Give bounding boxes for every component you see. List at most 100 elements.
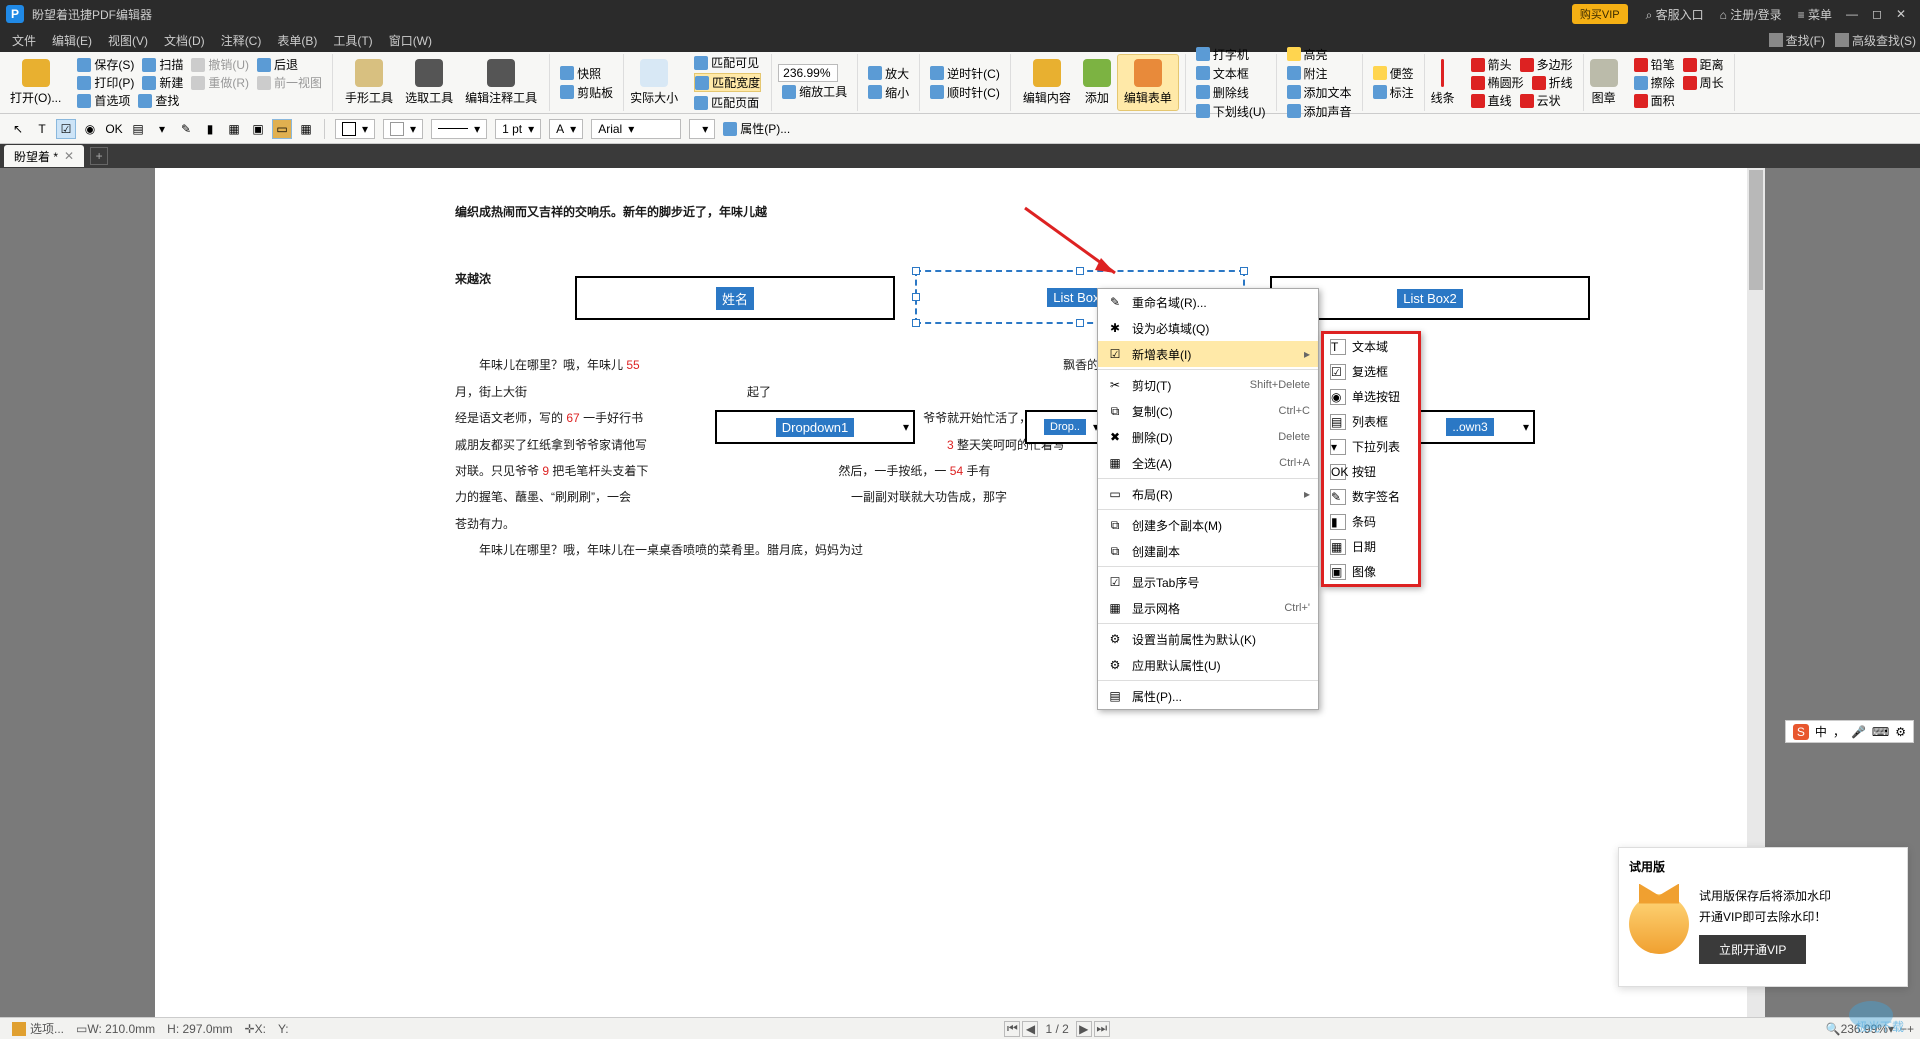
- image-tool-icon[interactable]: ▣: [248, 119, 268, 139]
- page-indicator[interactable]: 1 / 2: [1045, 1022, 1068, 1036]
- menu-view[interactable]: 视图(V): [100, 32, 156, 49]
- ctx-item[interactable]: ☑显示Tab序号: [1098, 569, 1318, 595]
- arrow-shape[interactable]: 箭头: [1471, 56, 1512, 73]
- list-tool-icon[interactable]: ▤: [128, 119, 148, 139]
- save-button[interactable]: 保存(S): [77, 56, 134, 73]
- form-field-dropdown1[interactable]: Dropdown1▾: [715, 410, 915, 444]
- ctx-item[interactable]: ☑新增表单(I)▸: [1098, 341, 1318, 367]
- font-size-picker[interactable]: ▾: [689, 119, 715, 139]
- pencil-button[interactable]: 铅笔: [1634, 56, 1675, 73]
- arrow-tool-icon[interactable]: ↖: [8, 119, 28, 139]
- maximize-button[interactable]: ◻: [1872, 7, 1882, 21]
- rotate-ccw-button[interactable]: 逆时针(C): [930, 65, 1000, 82]
- menu-comment[interactable]: 注释(C): [213, 32, 270, 49]
- mic-icon[interactable]: 🎤: [1851, 725, 1866, 739]
- menu-window[interactable]: 窗口(W): [381, 32, 440, 49]
- support-link[interactable]: ⌕ 客服入口: [1646, 6, 1704, 23]
- document-tab[interactable]: 盼望着 *✕: [4, 145, 84, 167]
- radio-tool-icon[interactable]: ◉: [80, 119, 100, 139]
- submenu-item[interactable]: ▦日期: [1324, 534, 1418, 559]
- polygon-shape[interactable]: 多边形: [1520, 56, 1573, 73]
- eraser-button[interactable]: 擦除: [1634, 74, 1675, 91]
- ctx-item[interactable]: ▦显示网格Ctrl+': [1098, 595, 1318, 621]
- ctx-item[interactable]: ▤属性(P)...: [1098, 683, 1318, 709]
- ctx-item[interactable]: ⚙设置当前属性为默认(K): [1098, 626, 1318, 652]
- add-sound-button[interactable]: 添加声音: [1287, 103, 1352, 120]
- add-text-button[interactable]: 添加文本: [1287, 84, 1352, 101]
- edit-content-button[interactable]: 编辑内容: [1017, 54, 1077, 111]
- close-button[interactable]: ✕: [1896, 7, 1906, 21]
- options-button[interactable]: 选项...: [12, 1020, 64, 1037]
- find-button[interactable]: 查找(F): [1769, 32, 1825, 49]
- font-picker[interactable]: Arial▾: [591, 119, 681, 139]
- undo-button[interactable]: 撤销(U): [191, 56, 249, 73]
- ime-punct[interactable]: ，: [1833, 723, 1845, 740]
- ime-lang[interactable]: 中: [1815, 723, 1827, 740]
- checkbox-tool-icon[interactable]: ☑: [56, 119, 76, 139]
- last-page-button[interactable]: ⏭: [1094, 1021, 1110, 1037]
- ime-settings-icon[interactable]: ⚙: [1895, 725, 1906, 739]
- text-tool-icon[interactable]: T: [32, 119, 52, 139]
- zoom-in-button[interactable]: 放大: [868, 65, 909, 82]
- close-tab-icon[interactable]: ✕: [64, 149, 74, 163]
- snapshot-button[interactable]: 快照: [560, 65, 613, 82]
- edit-comment-tool[interactable]: 编辑注释工具: [459, 54, 543, 111]
- cloud-shape[interactable]: 云状: [1520, 92, 1561, 109]
- line-color-picker[interactable]: ▾: [335, 119, 375, 139]
- ellipse-shape[interactable]: 椭圆形: [1471, 74, 1524, 91]
- fill-color-picker[interactable]: ▾: [383, 119, 423, 139]
- submenu-item[interactable]: OK按钮: [1324, 459, 1418, 484]
- properties-button[interactable]: 属性(P)...: [723, 120, 790, 137]
- buy-vip-button[interactable]: 购买VIP: [1572, 4, 1628, 24]
- sticky-button[interactable]: 便签: [1373, 65, 1414, 82]
- next-page-button[interactable]: ▶: [1076, 1021, 1092, 1037]
- zoom-input[interactable]: [778, 64, 838, 82]
- callout-button[interactable]: 标注: [1373, 84, 1414, 101]
- submenu-item[interactable]: ☑复选框: [1324, 359, 1418, 384]
- strikeout-button[interactable]: 删除线: [1196, 84, 1266, 101]
- zoom-out-button[interactable]: 缩小: [868, 84, 909, 101]
- highlight-button[interactable]: 高亮: [1287, 46, 1352, 63]
- rotate-cw-button[interactable]: 顺时针(C): [930, 84, 1000, 101]
- polyline-shape[interactable]: 折线: [1532, 74, 1573, 91]
- ctx-item[interactable]: ✖删除(D)Delete: [1098, 424, 1318, 450]
- ctx-item[interactable]: ⚙应用默认属性(U): [1098, 652, 1318, 678]
- preferences-button[interactable]: 首选项: [77, 92, 130, 109]
- button-tool-icon[interactable]: OK: [104, 119, 124, 139]
- minimize-button[interactable]: —: [1846, 7, 1858, 21]
- underline-button[interactable]: 下划线(U): [1196, 103, 1266, 120]
- form-field-name[interactable]: 姓名: [575, 276, 895, 320]
- dropdown-tool-icon[interactable]: ▾: [152, 119, 172, 139]
- open-button[interactable]: 打开(O)...: [4, 54, 67, 111]
- submenu-item[interactable]: ▾下拉列表: [1324, 434, 1418, 459]
- login-link[interactable]: ⌂ 注册/登录: [1720, 6, 1782, 23]
- note-button[interactable]: 附注: [1287, 65, 1352, 82]
- submenu-item[interactable]: ▮条码: [1324, 509, 1418, 534]
- ctx-item[interactable]: ✂剪切(T)Shift+Delete: [1098, 372, 1318, 398]
- menu-form[interactable]: 表单(B): [269, 32, 325, 49]
- form-field-dropdown2[interactable]: Drop..▾: [1025, 410, 1105, 444]
- line-style-picker[interactable]: ▾: [431, 119, 487, 139]
- new-button[interactable]: 新建: [142, 74, 183, 91]
- perimeter-button[interactable]: 周长: [1683, 74, 1724, 91]
- add-button[interactable]: 添加: [1077, 54, 1117, 111]
- page[interactable]: 编织成热闹而又吉祥的交响乐。新年的脚步近了，年味儿越 来越浓 年味儿在哪里？哦，…: [155, 168, 1765, 1017]
- area-button[interactable]: 面积: [1634, 92, 1675, 109]
- submenu-item[interactable]: ▤列表框: [1324, 409, 1418, 434]
- ctx-item[interactable]: ✱设为必填域(Q): [1098, 315, 1318, 341]
- fit-visible-button[interactable]: 匹配可见: [694, 54, 761, 71]
- grid-icon[interactable]: ▦: [296, 119, 316, 139]
- ribbon-find-button[interactable]: 查找: [138, 92, 179, 109]
- date-tool-icon[interactable]: ▦: [224, 119, 244, 139]
- new-tab-button[interactable]: +: [90, 147, 108, 165]
- menu-document[interactable]: 文档(D): [156, 32, 213, 49]
- main-menu-button[interactable]: ≡ 菜单: [1798, 6, 1832, 23]
- menu-edit[interactable]: 编辑(E): [44, 32, 100, 49]
- keyboard-icon[interactable]: ⌨: [1872, 725, 1889, 739]
- submenu-item[interactable]: T文本域: [1324, 334, 1418, 359]
- ime-bar[interactable]: S 中 ， 🎤 ⌨ ⚙: [1785, 720, 1914, 743]
- submenu-item[interactable]: ◉单选按钮: [1324, 384, 1418, 409]
- first-page-button[interactable]: ⏮: [1004, 1021, 1020, 1037]
- scan-button[interactable]: 扫描: [142, 56, 183, 73]
- ctx-item[interactable]: ⧉复制(C)Ctrl+C: [1098, 398, 1318, 424]
